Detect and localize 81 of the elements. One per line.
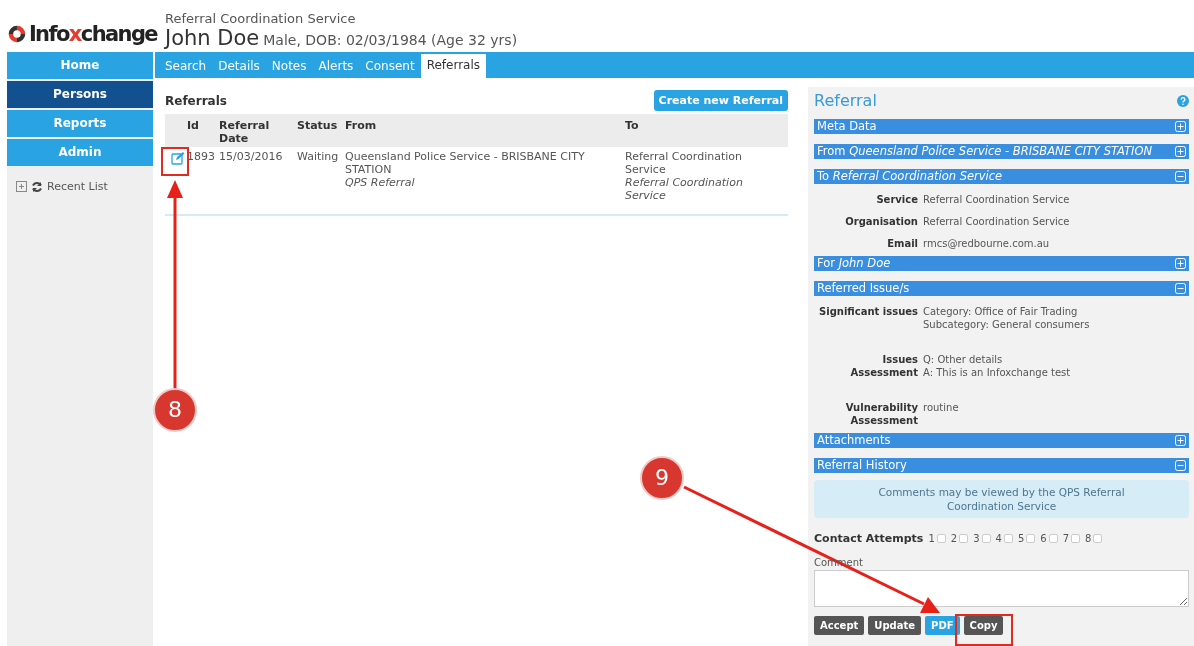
field-label: Contact Attempts [814, 532, 924, 545]
field-label: Vulnerability Assessment [844, 401, 918, 427]
callout-badge: 9 [640, 456, 684, 500]
tab[interactable]: Notes [265, 55, 313, 77]
action-button[interactable]: PDF [925, 616, 960, 635]
nav-item[interactable]: Reports [7, 110, 153, 137]
checkbox-label: 1 [928, 533, 935, 544]
table-cell-text: QPS Referral [345, 176, 416, 189]
logo-text: Infoxchange [28, 22, 157, 46]
field-value: Category: Office of Fair Trading [923, 305, 1079, 318]
table-cell: 15/03/2016 [217, 147, 295, 215]
tab[interactable]: Referrals [420, 54, 486, 78]
checkbox[interactable] [981, 534, 991, 543]
field-label: Email [886, 237, 918, 250]
checkbox[interactable] [936, 534, 946, 543]
field-label: Organisation [844, 215, 918, 228]
field-value: routine [923, 401, 960, 414]
service-name: Referral Coordination Service [165, 11, 357, 26]
field-label: Significant issues [818, 305, 918, 319]
panel-title: Referral [814, 91, 877, 110]
section-header[interactable]: Attachments [817, 433, 891, 448]
action-button[interactable]: Update [868, 616, 922, 635]
field-value: Q: Other details [923, 353, 1004, 366]
field-value: A: This is an Infoxchange test [923, 366, 1072, 379]
tab[interactable]: Alerts [312, 55, 360, 77]
person-details: Male, DOB: 02/03/1984 (Age 32 yrs) [263, 32, 518, 48]
person-name: John Doe [165, 26, 260, 50]
field-value: Referral Coordination Service [923, 215, 1071, 228]
collapse-icon[interactable] [1175, 171, 1186, 182]
highlight-frame [955, 614, 1013, 646]
checkbox-label: 8 [1085, 533, 1092, 544]
checkbox-label: 7 [1062, 533, 1069, 544]
checkbox[interactable] [1048, 534, 1058, 543]
column-header: Id [185, 114, 217, 147]
checkbox[interactable] [959, 534, 969, 543]
help-icon[interactable] [1177, 94, 1189, 107]
highlight-frame [161, 147, 189, 176]
checkbox[interactable] [1026, 534, 1036, 543]
create-referral-button[interactable]: Create new Referral [653, 90, 788, 111]
checkbox-label: 5 [1017, 533, 1025, 544]
collapse-icon[interactable] [1175, 460, 1186, 471]
checkbox[interactable] [1003, 534, 1013, 543]
comment-field[interactable] [814, 570, 1189, 607]
table-cell-text: Referral Coordination Service [625, 176, 744, 202]
collapse-icon[interactable] [1175, 283, 1186, 294]
table-cell-text: Queensland Police Service - BRISBANE CITY STATION [345, 150, 586, 176]
field-value: Referral Coordination Service [923, 193, 1071, 206]
table-cell-text: Referral Coordination Service [625, 150, 743, 176]
table-cell: Waiting [295, 147, 343, 215]
section-header[interactable]: For John Doe [817, 256, 891, 271]
column-header: To [623, 114, 788, 147]
checkbox-label: 4 [995, 533, 1002, 544]
info-message: Comments may be viewed by the QPS Referral Coordination Service [814, 480, 1189, 518]
action-button[interactable]: Copy [963, 616, 1004, 635]
edit-icon[interactable] [171, 151, 185, 165]
action-button[interactable]: Accept [814, 616, 865, 635]
field-value: rmcs@redbourne.com.au [923, 237, 1051, 250]
callout-badge: 8 [153, 388, 197, 432]
nav-item[interactable]: Persons [7, 81, 153, 108]
column-header: Referral Date [217, 114, 295, 147]
tab[interactable]: Details [212, 55, 266, 77]
column-header: From [343, 114, 623, 147]
tab[interactable]: Search [159, 55, 213, 77]
refresh-icon[interactable] [31, 180, 43, 193]
checkbox[interactable] [1071, 534, 1080, 543]
table-cell: 1893 [185, 147, 217, 215]
field-value: Subcategory: General consumers [923, 318, 1091, 331]
section-title: Referrals [165, 93, 227, 108]
recent-list-link[interactable]: Recent List [47, 180, 108, 193]
checkbox-label: 6 [1040, 533, 1047, 544]
tab[interactable]: Consent [359, 55, 421, 77]
nav-item[interactable]: Admin [7, 139, 153, 166]
field-label: Service [875, 193, 918, 206]
field-label: Issues Assessment [849, 353, 918, 380]
section-header[interactable]: Meta Data [817, 119, 877, 134]
checkbox[interactable] [1093, 534, 1103, 543]
checkbox-label: 3 [973, 533, 980, 544]
nav-item[interactable]: Home [7, 52, 153, 79]
expand-icon[interactable] [16, 181, 27, 192]
checkbox-label: 2 [950, 533, 958, 544]
column-header: Status [295, 114, 343, 147]
